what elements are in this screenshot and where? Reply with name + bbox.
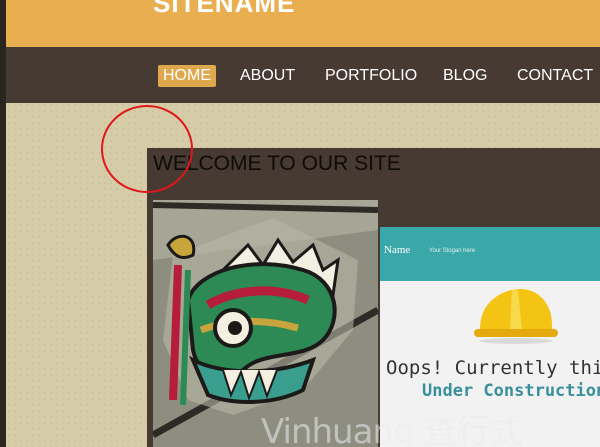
uc-message: Oops! Currently this si (386, 357, 600, 379)
site-header: SITENAME (6, 0, 600, 47)
page-stage: SITENAME HOME ABOUT PORTFOLIO BLOG CONTA… (6, 0, 600, 447)
uc-header-bar (380, 227, 600, 281)
nav-item-about[interactable]: ABOUT (240, 67, 295, 85)
highlight-circle (101, 105, 193, 193)
video-watermark: Vinhuang 查行式 (261, 412, 523, 447)
nav-item-contact[interactable]: CONTACT (517, 67, 593, 85)
site-name[interactable]: SITENAME (153, 0, 295, 19)
uc-slogan: Your Slogan here (429, 248, 476, 254)
nav-item-home[interactable]: HOME (158, 65, 216, 87)
hard-hat-icon (474, 289, 558, 344)
nav-item-portfolio[interactable]: PORTFOLIO (325, 67, 417, 85)
nav-item-blog[interactable]: BLOG (443, 67, 487, 85)
uc-under-construction: Under Construction (422, 381, 600, 401)
uc-site-name: Name (384, 244, 411, 256)
main-nav: HOME ABOUT PORTFOLIO BLOG CONTACT (6, 47, 600, 103)
